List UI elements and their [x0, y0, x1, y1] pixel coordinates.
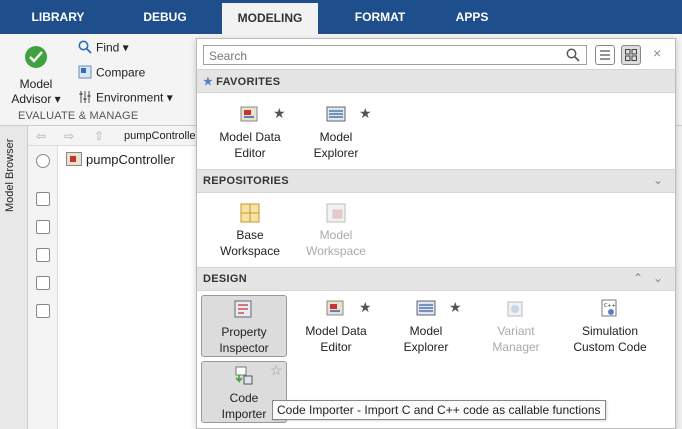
star-icon: ★ [203, 76, 214, 88]
repository-model-workspace: Model Workspace [293, 203, 379, 259]
search-icon[interactable] [566, 48, 580, 65]
zoom-icon[interactable] [36, 192, 50, 206]
star-icon[interactable]: ★ [273, 105, 286, 122]
forward-arrow-icon[interactable]: ⇨ [64, 129, 74, 143]
annotation-icon[interactable] [36, 248, 50, 262]
base-workspace-icon [239, 203, 261, 223]
model-advisor-label: Model [19, 77, 53, 91]
area-icon[interactable] [36, 304, 50, 318]
star-icon[interactable]: ★ [359, 299, 372, 316]
apps-gallery-popup: Search × ★ FAVORITES ★ Model Data Editor … [196, 38, 676, 429]
tab-apps[interactable]: APPS [442, 0, 502, 34]
favorite-model-explorer[interactable]: ★ Model Explorer [293, 105, 379, 161]
model-explorer-icon [325, 105, 347, 125]
up-arrow-icon[interactable]: ⇧ [94, 129, 104, 143]
section-favorites: ★ FAVORITES [197, 69, 675, 93]
search-placeholder: Search [209, 49, 248, 63]
find-button[interactable]: Find ▾ [78, 40, 129, 57]
list-view-icon[interactable] [595, 45, 615, 65]
address-path: pumpController [124, 130, 200, 142]
star-icon[interactable]: ★ [359, 105, 372, 122]
grid-view-icon[interactable] [621, 45, 641, 65]
design-variant-manager: Variant Manager [473, 299, 559, 355]
model-workspace-icon [325, 203, 347, 223]
tree-side-toolbar [28, 146, 58, 429]
tab-library[interactable]: LIBRARY [20, 0, 96, 34]
design-simulation-custom-code[interactable]: C++ Simulation Custom Code [567, 299, 653, 355]
section-design: DESIGN ⌃ ⌄ [197, 267, 675, 291]
simulation-custom-code-icon: C++ [599, 299, 621, 319]
ribbon-tab-strip: LIBRARY DEBUG MODELING FORMAT APPS [0, 0, 682, 34]
check-icon [25, 46, 47, 68]
compare-icon [78, 65, 92, 82]
favorite-model-data-editor[interactable]: ★ Model Data Editor [207, 105, 293, 161]
design-model-data-editor[interactable]: ★ Model Data Editor [293, 299, 379, 355]
image-icon[interactable] [36, 276, 50, 290]
star-icon[interactable]: ★ [449, 299, 462, 316]
favorites-title: FAVORITES [216, 76, 281, 88]
fit-view-icon[interactable] [36, 220, 50, 234]
design-property-inspector[interactable]: Property Inspector [201, 295, 287, 357]
model-browser-label[interactable]: Model Browser [4, 132, 24, 212]
design-model-explorer[interactable]: ★ Model Explorer [383, 299, 469, 355]
model-data-editor-icon [325, 299, 347, 319]
environment-button[interactable]: Environment ▾ [78, 90, 173, 107]
collapse-chevron-icon[interactable]: ⌄ [653, 271, 663, 285]
close-icon[interactable]: × [653, 45, 661, 61]
tab-modeling[interactable]: MODELING [222, 3, 318, 34]
back-arrow-icon[interactable]: ⇦ [36, 129, 46, 143]
model-advisor-label-2: Advisor ▾ [11, 92, 61, 106]
property-inspector-icon [233, 300, 255, 320]
section-repositories: REPOSITORIES ⌄ [197, 169, 675, 193]
gallery-search-input[interactable]: Search [203, 45, 587, 65]
address-bar: ⇦ ⇨ ⇧ pumpController [28, 126, 200, 146]
code-importer-icon [233, 366, 255, 386]
repositories-title: REPOSITORIES [203, 175, 289, 187]
expand-chevron-icon[interactable]: ⌃ [633, 271, 643, 285]
expand-icon[interactable] [36, 154, 50, 168]
compare-button[interactable]: Compare [78, 65, 145, 82]
tab-format[interactable]: FORMAT [340, 0, 420, 34]
repository-base-workspace[interactable]: Base Workspace [207, 203, 293, 259]
section-label-evaluate-manage: EVALUATE & MANAGE [18, 110, 139, 122]
collapse-chevron-icon[interactable]: ⌄ [653, 173, 663, 187]
model-icon [66, 152, 82, 166]
code-importer-tooltip: Code Importer - Import C and C++ code as… [272, 400, 606, 420]
search-icon [78, 40, 92, 57]
design-title: DESIGN [203, 273, 247, 285]
svg-text:C++: C++ [604, 303, 616, 309]
variant-manager-icon [505, 299, 527, 319]
model-data-editor-icon [239, 105, 261, 125]
tab-debug[interactable]: DEBUG [130, 0, 200, 34]
tree-item-pumpcontroller[interactable]: pumpController [66, 152, 175, 167]
star-outline-icon[interactable]: ☆ [270, 362, 283, 379]
model-explorer-icon [415, 299, 437, 319]
environment-icon [78, 90, 92, 107]
